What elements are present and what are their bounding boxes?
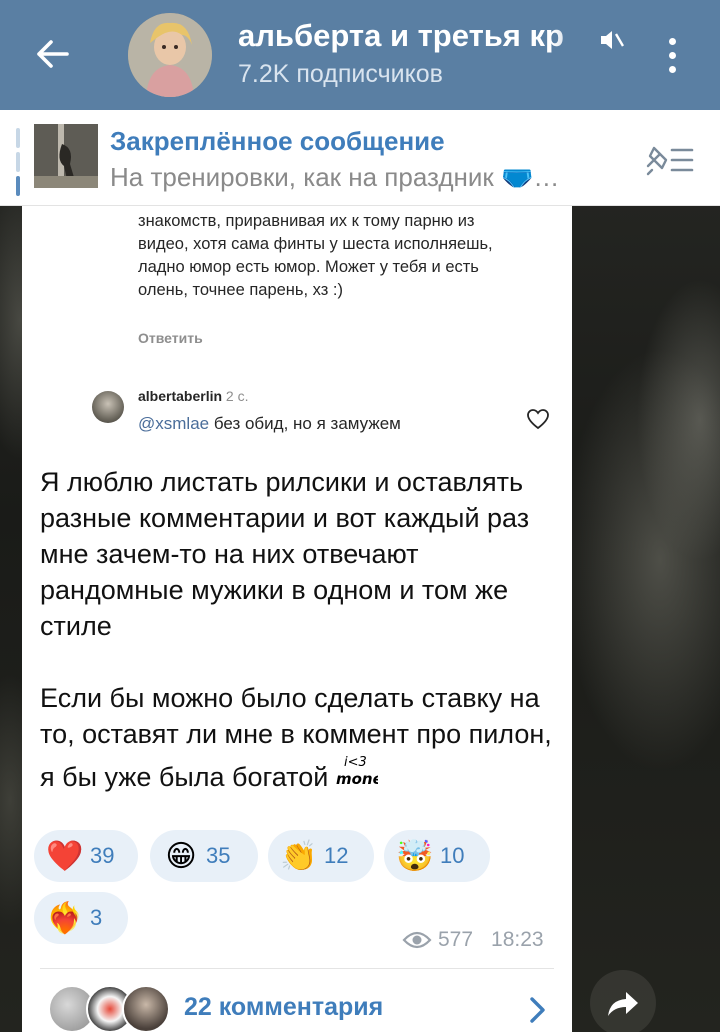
post-paragraph-text: Если бы можно было сделать ставку на то,… bbox=[40, 683, 552, 792]
muted-icon bbox=[601, 31, 624, 49]
reaction-grin[interactable]: 😁 35 bbox=[150, 830, 258, 882]
dot-icon bbox=[668, 51, 676, 59]
post-time: 18:23 bbox=[491, 928, 544, 951]
share-arrow-icon bbox=[608, 992, 638, 1016]
channel-header: альберта и третья кр 7.2K подписчиков bbox=[0, 0, 720, 110]
reaction-count: 10 bbox=[440, 843, 465, 868]
post-meta: 577 18:23 bbox=[402, 928, 544, 952]
pinned-indicator-active bbox=[16, 176, 20, 196]
grin-icon: 😁 bbox=[165, 839, 197, 873]
channel-post: знакомств, приравнивая их к тому парню и… bbox=[22, 206, 572, 1032]
post-text: Я люблю листать рилсики и оставлять разн… bbox=[40, 464, 560, 795]
pinned-thumbnail bbox=[34, 124, 98, 188]
avatar-image bbox=[128, 13, 212, 97]
dot-icon bbox=[668, 37, 676, 45]
pinned-message-bar[interactable]: Закреплённое сообщение На тренировки, ка… bbox=[0, 110, 720, 206]
screenshot-mention: @xsmlae bbox=[138, 414, 210, 433]
reaction-heart-on-fire[interactable]: ❤️‍🔥 3 bbox=[34, 892, 128, 944]
channel-title[interactable]: альберта и третья кр bbox=[238, 18, 608, 58]
pinned-indicator-segment bbox=[16, 128, 20, 148]
screenshot-time: 2 с. bbox=[225, 388, 249, 404]
heart-on-fire-icon: ❤️‍🔥 bbox=[46, 901, 84, 935]
comments-count-label: 22 комментария bbox=[184, 993, 384, 1021]
heart-icon: ❤️ bbox=[46, 839, 84, 873]
screenshot-comment-text: знакомств, приравнивая их к тому парню и… bbox=[138, 212, 493, 299]
screenshot-comment: без обид, но я замужем bbox=[209, 414, 401, 433]
svg-text:i<3: i<3 bbox=[344, 755, 367, 770]
view-count: 577 bbox=[438, 928, 474, 951]
screenshot-reply-label: Ответить bbox=[138, 330, 203, 346]
money-sticker-icon: i<3money bbox=[336, 755, 378, 788]
svg-text:money: money bbox=[336, 770, 378, 788]
reaction-count: 3 bbox=[90, 905, 103, 930]
screenshot-reply-comment: @xsmlae без обид, но я замужем bbox=[138, 414, 401, 434]
pinned-indicator-segment bbox=[16, 152, 20, 172]
screenshot-username-line: albertaberlin 2 с. bbox=[138, 388, 249, 404]
dot-icon bbox=[668, 65, 676, 73]
pinned-list-icon[interactable] bbox=[644, 140, 696, 180]
reaction-count: 12 bbox=[324, 843, 349, 868]
chevron-right-icon bbox=[530, 997, 545, 1023]
reaction-clap[interactable]: 👏 12 bbox=[268, 830, 374, 882]
back-arrow-icon bbox=[37, 40, 69, 68]
pinned-title: Закреплённое сообщение bbox=[110, 126, 445, 156]
reaction-mind-blown[interactable]: 🤯 10 bbox=[384, 830, 490, 882]
clap-icon: 👏 bbox=[280, 839, 318, 873]
post-paragraph-2: Если бы можно было сделать ставку на то,… bbox=[40, 680, 560, 795]
post-image[interactable]: знакомств, приравнивая их к тому парню и… bbox=[22, 206, 572, 446]
reaction-heart[interactable]: ❤️ 39 bbox=[34, 830, 138, 882]
pinned-indicator bbox=[16, 128, 20, 198]
mind-blown-icon: 🤯 bbox=[396, 839, 434, 873]
commenter-avatar bbox=[122, 985, 170, 1032]
screenshot-username: albertaberlin bbox=[138, 388, 223, 404]
reaction-count: 39 bbox=[90, 843, 115, 868]
channel-avatar[interactable] bbox=[128, 13, 212, 97]
eye-icon bbox=[402, 931, 432, 949]
post-paragraph: Я люблю листать рилсики и оставлять разн… bbox=[40, 467, 530, 641]
screenshot-avatar bbox=[92, 391, 124, 423]
back-button[interactable] bbox=[22, 26, 82, 82]
pinned-preview: На тренировки, как на праздник 🩲… bbox=[110, 162, 560, 192]
share-button[interactable] bbox=[590, 970, 656, 1032]
reaction-count: 35 bbox=[206, 843, 231, 868]
heart-outline-icon bbox=[527, 409, 549, 430]
comments-button[interactable]: 22 комментария bbox=[22, 969, 572, 1032]
subscriber-count: 7.2K подписчиков bbox=[238, 60, 443, 88]
more-options-button[interactable] bbox=[654, 28, 690, 82]
pole-photo bbox=[34, 124, 98, 188]
